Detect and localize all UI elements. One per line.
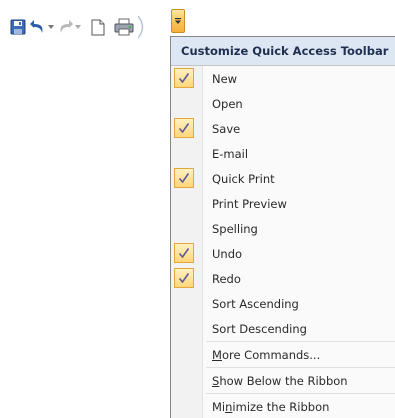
small-chevron-down-icon — [48, 25, 54, 29]
menu-item-sort-ascending[interactable]: Sort Ascending — [171, 291, 395, 316]
menu-item-print-preview[interactable]: Print Preview — [171, 191, 395, 216]
quick-print-icon — [114, 18, 134, 36]
menu-item-more-commands[interactable]: More Commands... — [171, 342, 395, 367]
customize-toolbar-menu: Customize Quick Access Toolbar New Open Sa… — [170, 36, 395, 418]
customize-toolbar-dropdown-button[interactable] — [171, 9, 185, 33]
menu-item-label: Minimize the Ribbon — [212, 399, 330, 414]
menu-item-label: Open — [212, 96, 243, 111]
menu-item-label: More Commands... — [212, 347, 321, 362]
menu-item-label: Save — [212, 121, 241, 136]
checkmark-icon — [174, 243, 194, 263]
menu-body: New Open Save E-mail Quick Print Print Previe… — [171, 66, 395, 418]
quick-print-button[interactable] — [112, 12, 136, 42]
checkmark-icon — [174, 68, 194, 88]
menu-item-label: Undo — [212, 246, 243, 261]
menu-item-label: Quick Print — [212, 171, 275, 186]
menu-item-open[interactable]: Open — [171, 91, 395, 116]
menu-item-show-below-ribbon[interactable]: Show Below the Ribbon — [171, 368, 395, 393]
menu-item-label: Redo — [212, 271, 241, 286]
menu-item-label: Sort Descending — [212, 321, 307, 336]
menu-item-undo[interactable]: Undo — [171, 241, 395, 266]
undo-dropdown-button[interactable] — [47, 12, 55, 42]
undo-icon — [29, 20, 43, 33]
redo-button[interactable] — [56, 12, 73, 42]
undo-button[interactable] — [29, 12, 46, 42]
menu-item-spelling[interactable]: Spelling — [171, 216, 395, 241]
new-document-icon — [91, 19, 105, 35]
quick-access-toolbar — [8, 9, 190, 45]
redo-dropdown-button[interactable] — [74, 12, 82, 42]
menu-item-label: Sort Ascending — [212, 296, 299, 311]
small-chevron-down-icon — [75, 25, 81, 29]
menu-item-label: E-mail — [212, 146, 249, 161]
redo-icon — [59, 20, 73, 33]
menu-item-label: Print Preview — [212, 196, 287, 211]
menu-item-label: Show Below the Ribbon — [212, 373, 348, 388]
menu-item-quick-print[interactable]: Quick Print — [171, 166, 395, 191]
menu-item-save[interactable]: Save — [171, 116, 395, 141]
menu-title: Customize Quick Access Toolbar — [171, 37, 395, 66]
menu-item-e-mail[interactable]: E-mail — [171, 141, 395, 166]
menu-item-label: Spelling — [212, 221, 258, 236]
menu-item-minimize-ribbon[interactable]: Minimize the Ribbon — [171, 394, 395, 418]
checkmark-icon — [174, 168, 194, 188]
save-icon — [10, 19, 26, 35]
menu-items: New Open Save E-mail Quick Print Print Previe… — [171, 66, 395, 341]
menu-item-label: New — [212, 71, 238, 86]
toolbar-end-cap — [138, 15, 144, 39]
menu-item-redo[interactable]: Redo — [171, 266, 395, 291]
menu-item-new[interactable]: New — [171, 66, 395, 91]
menu-item-sort-descending[interactable]: Sort Descending — [171, 316, 395, 341]
checkmark-icon — [174, 268, 194, 288]
new-document-button[interactable] — [88, 12, 108, 42]
chevron-down-icon — [175, 18, 181, 24]
save-button[interactable] — [8, 12, 28, 42]
checkmark-icon — [174, 118, 194, 138]
